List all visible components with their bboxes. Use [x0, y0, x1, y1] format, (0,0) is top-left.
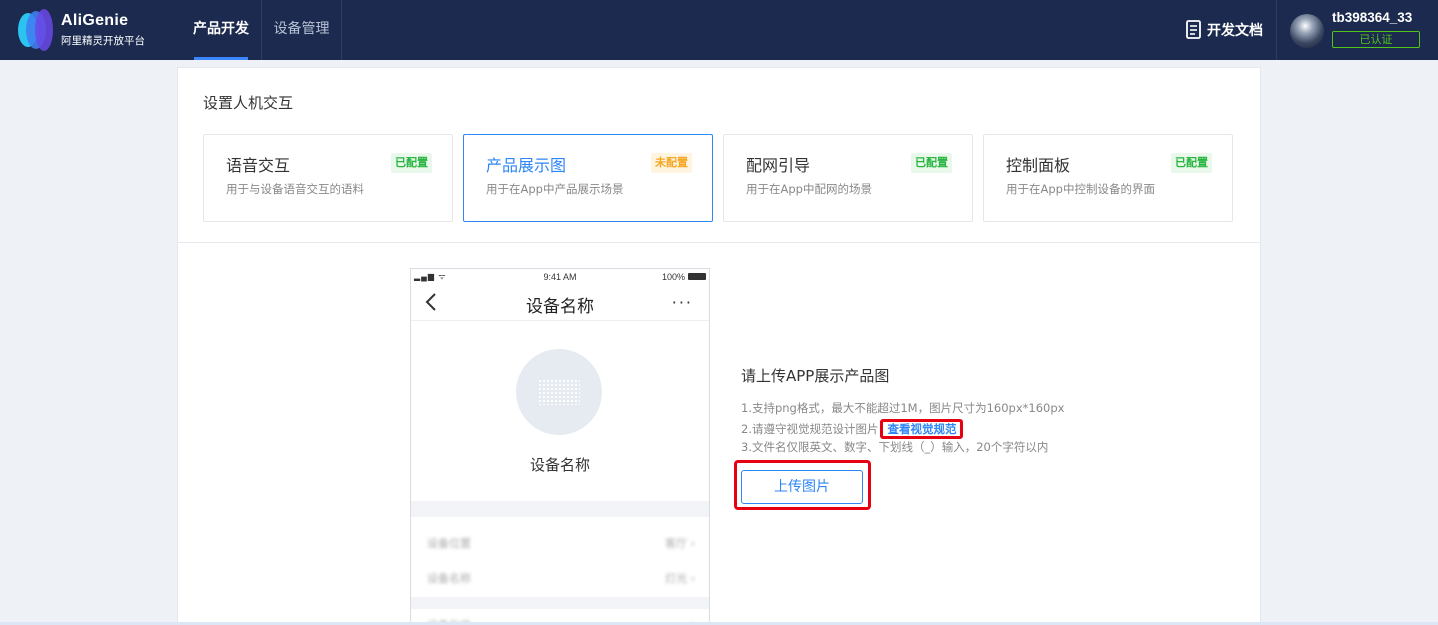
status-badge: 未配置 [651, 153, 692, 173]
card-description: 用于与设备语音交互的语料 [226, 182, 364, 196]
card-description: 用于在App中产品展示场景 [486, 182, 624, 196]
view-visual-spec-link[interactable]: 查看视觉规范 [880, 419, 964, 439]
phone-separator [411, 597, 709, 609]
brand-name[interactable]: AliGenie [61, 12, 128, 30]
phone-nav-bar: 设备名称 ··· [411, 285, 709, 321]
dev-docs-link[interactable]: 开发文档 [1185, 17, 1263, 43]
status-badge: 已配置 [911, 153, 952, 173]
upload-image-button[interactable]: 上传图片 [741, 470, 863, 504]
section-title: 设置人机交互 [203, 94, 294, 112]
avatar[interactable] [1290, 14, 1324, 48]
top-nav-bar: AliGenie 阿里精灵开放平台 产品开发 设备管理 开发文档 tb39836… [0, 0, 1438, 60]
status-badge: 已配置 [1171, 153, 1212, 173]
nav-divider [1276, 0, 1277, 60]
tab-product-dev[interactable]: 产品开发 [182, 0, 260, 60]
product-dots-image [538, 379, 580, 405]
card-title: 语音交互 [226, 156, 291, 175]
card-description: 用于在App中配网的场景 [746, 182, 872, 196]
status-badge: 已配置 [391, 153, 432, 173]
upload-rule-spec-text: 2.请遵守视觉规范设计图片 [741, 422, 879, 436]
more-dots-icon: ··· [671, 293, 693, 312]
dev-docs-label: 开发文档 [1207, 23, 1263, 39]
divider [178, 242, 1260, 243]
phone-preview-mockup: ▂▄▆ ᯤ 9:41 AM 100% 设备名称 ··· 设备名称 设备位置 客厅… [410, 268, 710, 625]
card-title: 配网引导 [746, 156, 811, 175]
phone-settings-list: 设备位置 客厅 › 设备名称 灯光 › [411, 517, 709, 597]
upload-rule-spec: 2.请遵守视觉规范设计图片 查看视觉规范 [741, 419, 964, 439]
interaction-settings-panel: 设置人机交互 语音交互 已配置 用于与设备语音交互的语料 产品展示图 未配置 用… [177, 67, 1261, 625]
card-title: 控制面板 [1006, 156, 1071, 175]
upload-rule-filename: 3.文件名仅限英文、数字、下划线（_）输入，20个字符以内 [741, 440, 1049, 454]
card-product-display[interactable]: 产品展示图 未配置 用于在App中产品展示场景 [463, 134, 713, 222]
battery-icon [688, 273, 706, 280]
phone-device-name: 设备名称 [529, 456, 590, 474]
phone-nav-title: 设备名称 [526, 297, 594, 317]
phone-status-bar: ▂▄▆ ᯤ 9:41 AM 100% [411, 269, 709, 285]
tab-device-mgmt[interactable]: 设备管理 [261, 0, 342, 60]
card-description: 用于在App中控制设备的界面 [1006, 182, 1155, 196]
product-image-placeholder [516, 349, 602, 435]
upload-title: 请上传APP展示产品图 [741, 367, 890, 385]
card-voice-interaction[interactable]: 语音交互 已配置 用于与设备语音交互的语料 [203, 134, 453, 222]
list-item: 设备位置 客厅 › [427, 537, 695, 550]
list-item: 设备名称 灯光 › [427, 572, 695, 585]
card-title: 产品展示图 [486, 156, 567, 175]
username[interactable]: tb398364_33 [1332, 10, 1412, 25]
brand-subtitle: 阿里精灵开放平台 [61, 35, 145, 47]
upload-rule-format: 1.支持png格式，最大不能超过1M，图片尺寸为160px*160px [741, 401, 1065, 415]
aligenie-logo-icon[interactable] [16, 8, 56, 52]
phone-separator [411, 501, 709, 517]
document-icon [1186, 20, 1201, 39]
battery-percent: 100% [661, 272, 685, 282]
card-network-guide[interactable]: 配网引导 已配置 用于在App中配网的场景 [723, 134, 973, 222]
verified-badge: 已认证 [1332, 31, 1420, 48]
card-control-panel[interactable]: 控制面板 已配置 用于在App中控制设备的界面 [983, 134, 1233, 222]
